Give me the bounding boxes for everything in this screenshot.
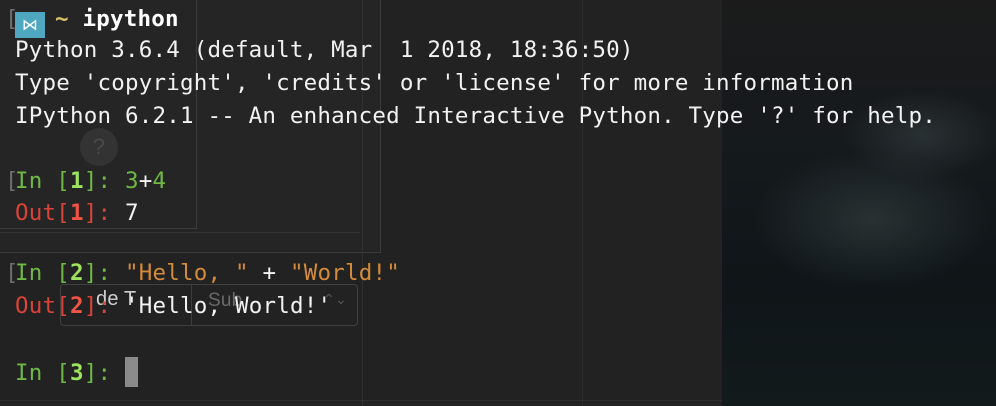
out-prompt-number: 1 [70, 200, 84, 226]
banner-info: Type 'copyright', 'credits' or 'license'… [15, 70, 854, 96]
out-prompt-number: 2 [70, 293, 84, 319]
terminal-window[interactable]: ? ⌃⌄ de T Sub [ ⋈ ~ ipython Python 3.6.4 … [0, 0, 996, 406]
banner-ipython-version: IPython 6.2.1 -- An enhanced Interactive… [15, 103, 936, 129]
code-operand: 4 [152, 168, 167, 194]
output-cell-1: Out[1]: 7 [15, 200, 139, 226]
prompt-cwd: ~ [55, 6, 69, 32]
in-prompt-label: In [15, 168, 43, 194]
out-prompt-label: Out [15, 200, 57, 226]
shell-command: ipython [82, 6, 179, 32]
output-value: 'Hello, World!' [125, 293, 332, 319]
input-cell-1[interactable]: In [1]: 3+4 [15, 167, 166, 195]
in-prompt-number: 2 [70, 260, 84, 286]
shell-prompt-line: ⋈ ~ ipython [15, 5, 179, 38]
in-prompt-number: 3 [70, 360, 84, 386]
code-operator: + [138, 168, 153, 194]
in-prompt-label: In [15, 260, 43, 286]
banner-python-version: Python 3.6.4 (default, Mar 1 2018, 18:36… [15, 37, 634, 63]
shell-logo-icon: ⋈ [15, 12, 45, 38]
code-string: "World!" [289, 260, 400, 286]
background-divider [0, 400, 722, 401]
code-operator: + [248, 260, 290, 286]
background-help-icon: ? [80, 128, 118, 166]
code-operand: 3 [125, 168, 139, 194]
output-cell-2: Out[2]: 'Hello, World!' [15, 293, 332, 319]
text-cursor[interactable] [125, 357, 138, 387]
input-cell-3[interactable]: In [3]: [15, 357, 138, 387]
out-prompt-label: Out [15, 293, 57, 319]
in-prompt-label: In [15, 360, 43, 386]
output-value: 7 [125, 200, 139, 226]
in-prompt-number: 1 [70, 168, 84, 194]
background-desktop-image [722, 0, 996, 406]
code-string: "Hello, " [125, 260, 249, 286]
background-divider [0, 232, 360, 233]
input-cell-2[interactable]: In [2]: "Hello, " + "World!" [15, 259, 400, 287]
